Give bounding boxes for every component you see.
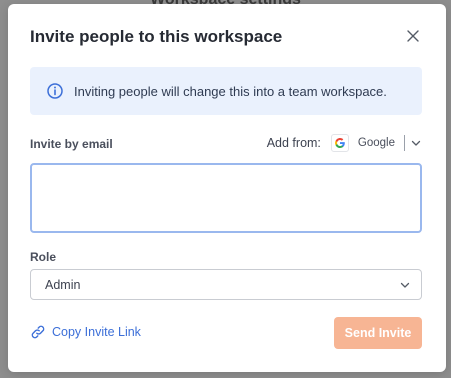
info-icon [47, 83, 63, 99]
info-banner-text: Inviting people will change this into a … [74, 83, 387, 99]
chevron-down-icon [400, 282, 410, 288]
chevron-down-icon[interactable] [410, 137, 422, 149]
invite-dialog: Invite people to this workspace Inviting… [8, 4, 446, 372]
link-icon [31, 325, 45, 339]
invite-by-email-label: Invite by email [30, 137, 113, 151]
role-label: Role [30, 250, 57, 264]
close-icon[interactable] [404, 27, 422, 45]
google-icon [330, 134, 349, 152]
google-label: Google [357, 137, 395, 149]
copy-invite-link-button[interactable]: Copy Invite Link [30, 324, 141, 340]
send-invite-button[interactable]: Send Invite [334, 317, 422, 349]
add-from-google-button[interactable]: Google [327, 131, 395, 155]
divider [404, 135, 405, 151]
add-from-label: Add from: [266, 136, 321, 150]
role-select[interactable]: Admin [30, 269, 422, 300]
role-selected-value: Admin [45, 277, 81, 292]
info-banner: Inviting people will change this into a … [30, 67, 422, 115]
invite-email-input[interactable] [30, 163, 422, 233]
dialog-title: Invite people to this workspace [30, 27, 283, 46]
copy-invite-link-label: Copy Invite Link [52, 325, 141, 339]
add-from-group: Add from: Google [267, 131, 422, 155]
google-logo-icon [334, 138, 345, 148]
